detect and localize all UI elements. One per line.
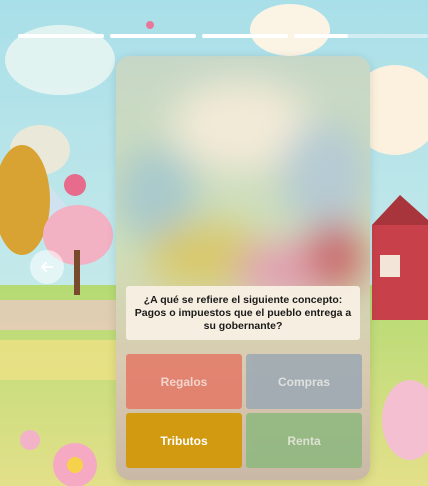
answer-option-tributos[interactable]: Tributos xyxy=(126,413,242,468)
answer-option-compras[interactable]: Compras xyxy=(246,354,362,409)
answer-option-label: Regalos xyxy=(160,374,208,389)
progress-segment-3 xyxy=(202,34,288,38)
progress-segment-1 xyxy=(18,34,104,38)
quiz-card: ¿A qué se refiere el siguiente concepto:… xyxy=(116,56,370,480)
question-text: ¿A qué se refiere el siguiente concepto:… xyxy=(126,286,360,340)
progress-segment-2 xyxy=(110,34,196,38)
arrow-left-icon xyxy=(41,262,53,272)
answer-option-label: Compras xyxy=(277,374,330,389)
answer-option-regalos[interactable]: Regalos xyxy=(126,354,242,409)
answer-option-renta[interactable]: Renta xyxy=(246,413,362,468)
progress-segment-4 xyxy=(294,34,428,38)
answer-option-label: Renta xyxy=(287,433,321,448)
progress-bar xyxy=(18,34,428,38)
back-button[interactable] xyxy=(30,250,64,284)
answer-option-label: Tributos xyxy=(160,433,208,448)
